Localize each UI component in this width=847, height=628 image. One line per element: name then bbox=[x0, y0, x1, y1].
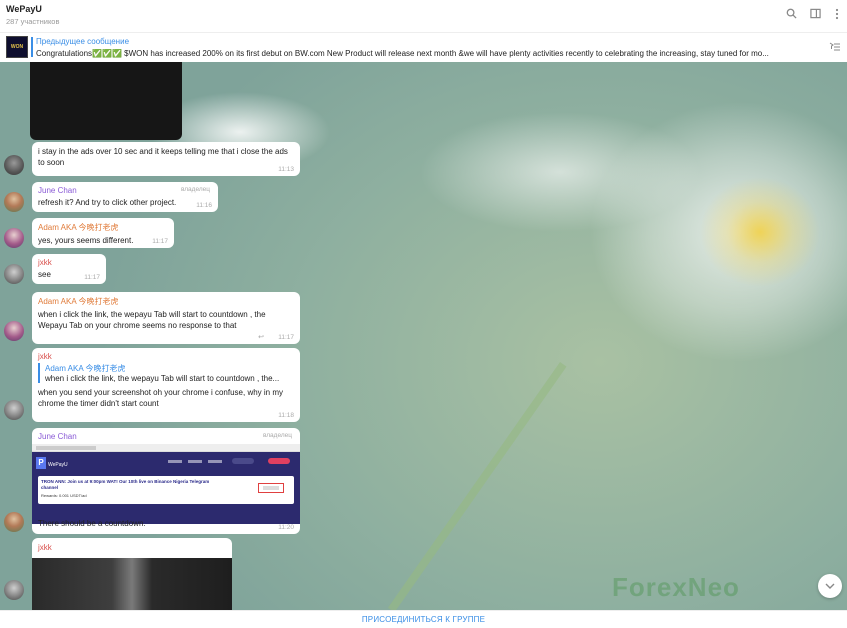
message-text: when i click the link, the wepayu Tab wi… bbox=[38, 310, 266, 330]
screenshot-image[interactable]: P WePayU TRON ANN: Join us at 9:00pm WAT… bbox=[32, 444, 300, 524]
avatar[interactable] bbox=[4, 228, 24, 248]
site-brand: WePayU bbox=[48, 462, 68, 468]
message-text: when you send your screenshot oh your ch… bbox=[38, 388, 284, 408]
message-text: refresh it? And try to click other proje… bbox=[38, 198, 177, 207]
message-bubble[interactable]: Adam AKA 今晚打老虎 when i click the link, th… bbox=[32, 292, 300, 344]
avatar[interactable] bbox=[4, 155, 24, 175]
message-bubble[interactable]: jxkk Adam AKA 今晚打老虎 when i click the lin… bbox=[32, 348, 300, 422]
message-sender[interactable]: jxkk bbox=[38, 258, 100, 267]
message-bubble[interactable]: Adam AKA 今晚打老虎 yes, yours seems differen… bbox=[32, 218, 174, 248]
message-time: 11:13 bbox=[278, 166, 294, 173]
member-count: 287 участников bbox=[6, 17, 60, 26]
message-bubble[interactable]: i stay in the ads over 10 sec and it kee… bbox=[32, 142, 300, 176]
wepayu-logo-icon: P bbox=[36, 457, 46, 469]
message-time: 11:17 bbox=[152, 238, 168, 245]
message-sender[interactable]: jxkk bbox=[38, 352, 294, 361]
avatar[interactable] bbox=[4, 264, 24, 284]
message-time: 11:18 bbox=[278, 412, 294, 419]
message-sender[interactable]: jxkk bbox=[38, 543, 52, 552]
chat-area[interactable]: i stay in the ads over 10 sec and it kee… bbox=[0, 62, 847, 610]
message-bubble[interactable]: June Chan владелец refresh it? And try t… bbox=[32, 182, 218, 212]
scroll-down-button[interactable] bbox=[818, 574, 842, 598]
message-text: There should be a countdown. bbox=[38, 519, 146, 528]
site-ad-card: TRON ANN: Join us at 9:00pm WAT! Our 10t… bbox=[38, 476, 294, 504]
message-sender[interactable]: Adam AKA 今晚打老虎 bbox=[38, 222, 168, 233]
watermark: ForexNeo bbox=[612, 572, 740, 602]
search-icon[interactable] bbox=[784, 8, 798, 22]
background-flower-stem bbox=[387, 362, 567, 610]
avatar[interactable] bbox=[4, 321, 24, 341]
chat-header: WePayU 287 участников bbox=[0, 0, 847, 32]
pin-list-icon[interactable] bbox=[829, 42, 841, 55]
reply-quote-text: when i click the link, the wepayu Tab wi… bbox=[45, 374, 280, 383]
reply-quote-sender: Adam AKA 今晚打老虎 bbox=[45, 364, 126, 373]
message-time: 11:17 bbox=[278, 334, 294, 341]
avatar[interactable] bbox=[4, 192, 24, 212]
reply-quote[interactable]: Adam AKA 今晚打老虎 when i click the link, th… bbox=[38, 363, 294, 383]
message-time: 11:16 bbox=[196, 202, 212, 209]
owner-badge: владелец bbox=[180, 186, 210, 193]
more-options-icon[interactable] bbox=[830, 8, 844, 22]
message-sender[interactable]: June Chan bbox=[38, 432, 77, 441]
pinned-accent-bar bbox=[31, 37, 33, 57]
avatar[interactable] bbox=[4, 400, 24, 420]
message-bubble[interactable]: jxkk see 11:17 bbox=[32, 254, 106, 284]
pinned-text: Congratulations✅✅✅ $WON has increased 20… bbox=[36, 49, 769, 58]
message-bubble[interactable]: jxkk bbox=[32, 538, 232, 610]
media-attachment[interactable] bbox=[30, 62, 182, 140]
join-bar: ПРИСОЕДИНИТЬСЯ К ГРУППЕ bbox=[0, 610, 847, 628]
pinned-message[interactable]: WON Предыдущее сообщение Congratulations… bbox=[0, 32, 847, 62]
avatar[interactable] bbox=[4, 580, 24, 600]
message-text: yes, yours seems different. bbox=[38, 236, 134, 245]
pinned-thumbnail: WON bbox=[6, 36, 28, 58]
message-time: 11:20 bbox=[278, 524, 294, 531]
message-text: i stay in the ads over 10 sec and it kee… bbox=[38, 147, 288, 167]
message-time: 11:17 bbox=[84, 274, 100, 281]
reply-arrow-icon[interactable]: ↩ bbox=[258, 333, 264, 341]
avatar[interactable] bbox=[4, 512, 24, 532]
group-title[interactable]: WePayU bbox=[6, 4, 42, 14]
message-bubble[interactable]: June Chan владелец P WePayU TRON ANN: Jo… bbox=[32, 428, 300, 534]
pinned-label: Предыдущее сообщение bbox=[36, 37, 130, 46]
wepayu-site-preview: P WePayU TRON ANN: Join us at 9:00pm WAT… bbox=[32, 452, 300, 524]
media-attachment[interactable] bbox=[32, 558, 232, 610]
browser-tab-strip bbox=[32, 444, 300, 452]
join-group-button[interactable]: ПРИСОЕДИНИТЬСЯ К ГРУППЕ bbox=[362, 615, 485, 624]
sidebar-toggle-icon[interactable] bbox=[808, 8, 822, 22]
owner-badge: владелец bbox=[262, 432, 292, 439]
highlighted-countdown-box bbox=[258, 483, 284, 493]
message-sender[interactable]: Adam AKA 今晚打老虎 bbox=[38, 296, 294, 307]
